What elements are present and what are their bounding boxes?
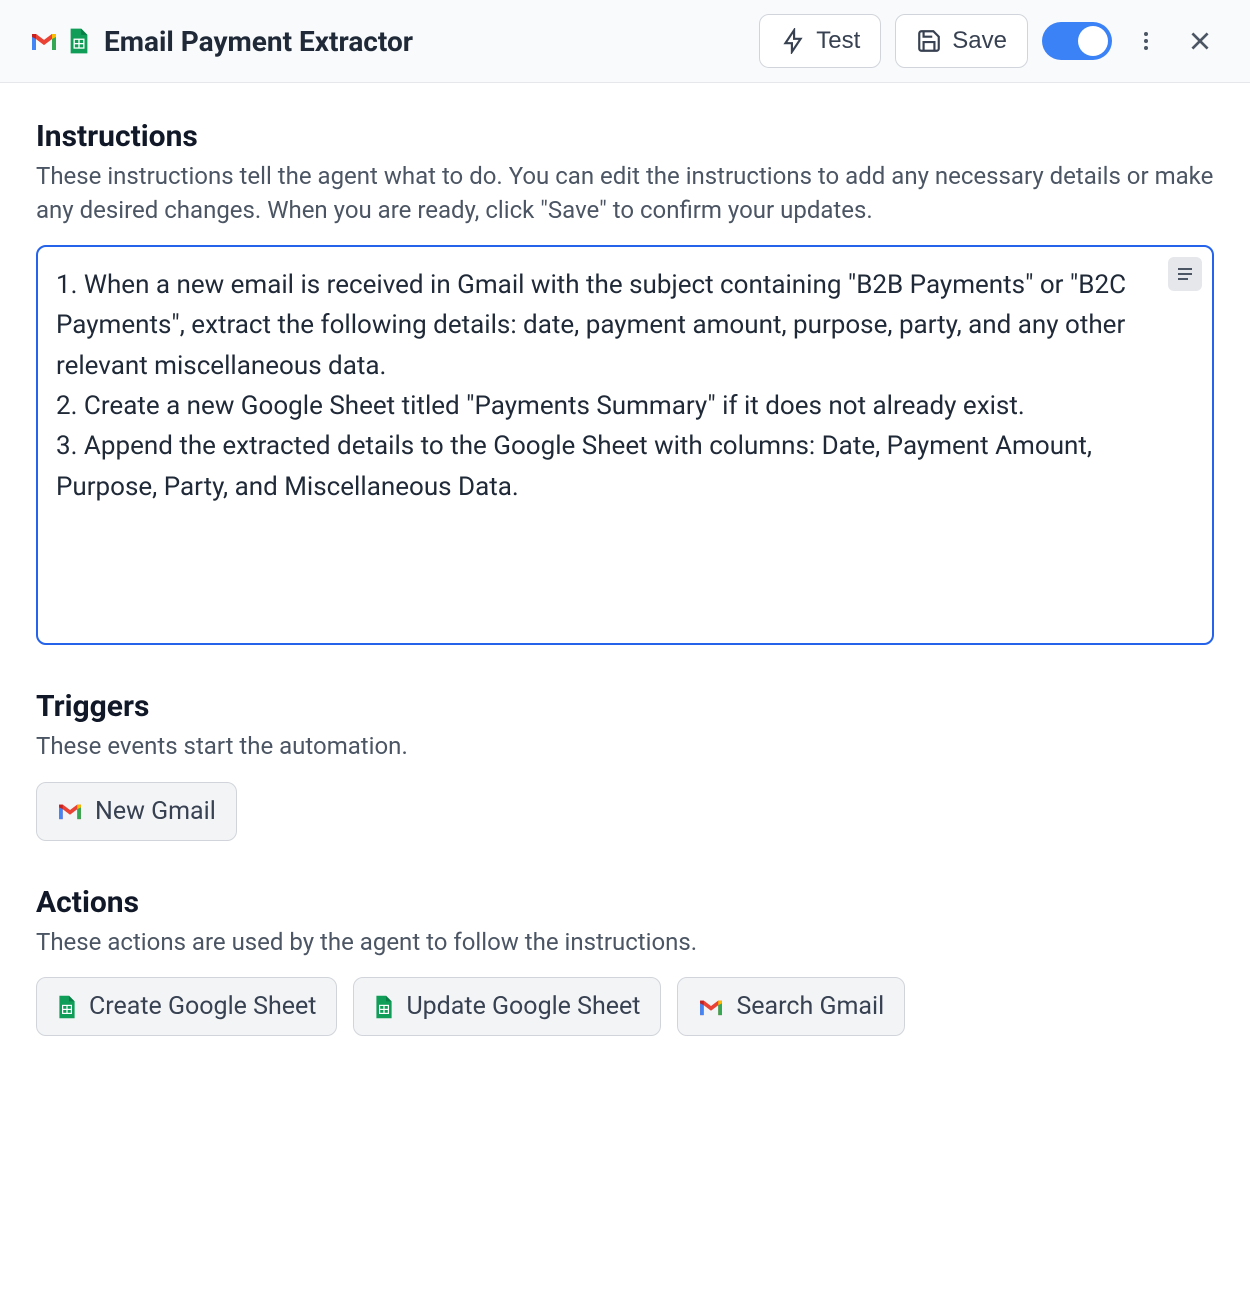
actions-list: Create Google Sheet Update Google Sheet … xyxy=(36,977,1214,1036)
toggle-knob xyxy=(1078,26,1108,56)
instructions-content[interactable]: 1. When a new email is received in Gmail… xyxy=(56,265,1162,507)
expand-button[interactable] xyxy=(1168,257,1202,291)
menu-lines-icon xyxy=(1176,267,1194,281)
action-chip-update-sheet[interactable]: Update Google Sheet xyxy=(353,977,661,1036)
action-chip-create-sheet[interactable]: Create Google Sheet xyxy=(36,977,337,1036)
dots-vertical-icon xyxy=(1134,29,1158,53)
sheets-icon xyxy=(57,994,77,1020)
action-chip-search-gmail[interactable]: Search Gmail xyxy=(677,977,905,1036)
close-button[interactable] xyxy=(1180,21,1220,61)
header: Email Payment Extractor Test Save xyxy=(0,0,1250,83)
sheets-icon xyxy=(374,994,394,1020)
actions-heading: Actions xyxy=(36,885,1214,920)
lightning-icon xyxy=(780,28,806,54)
enable-toggle[interactable] xyxy=(1042,22,1112,60)
triggers-list: New Gmail xyxy=(36,782,1214,841)
trigger-chip-new-gmail[interactable]: New Gmail xyxy=(36,782,237,841)
action-label: Search Gmail xyxy=(736,992,884,1021)
sheets-icon xyxy=(68,27,90,55)
save-button[interactable]: Save xyxy=(895,14,1028,68)
gmail-icon xyxy=(698,997,724,1017)
action-label: Update Google Sheet xyxy=(406,992,640,1021)
actions-description: These actions are used by the agent to f… xyxy=(36,926,1214,960)
more-menu-button[interactable] xyxy=(1126,21,1166,61)
app-icons xyxy=(30,27,90,55)
action-label: Create Google Sheet xyxy=(89,992,316,1021)
gmail-icon xyxy=(30,30,58,52)
gmail-icon xyxy=(57,801,83,821)
page-title: Email Payment Extractor xyxy=(104,25,745,58)
test-label: Test xyxy=(816,27,860,55)
instructions-editor[interactable]: 1. When a new email is received in Gmail… xyxy=(36,245,1214,645)
save-icon xyxy=(916,28,942,54)
instructions-description: These instructions tell the agent what t… xyxy=(36,160,1214,227)
triggers-heading: Triggers xyxy=(36,689,1214,724)
instructions-heading: Instructions xyxy=(36,119,1214,154)
close-icon xyxy=(1187,28,1213,54)
triggers-description: These events start the automation. xyxy=(36,730,1214,764)
save-label: Save xyxy=(952,27,1007,55)
trigger-label: New Gmail xyxy=(95,797,216,826)
test-button[interactable]: Test xyxy=(759,14,881,68)
